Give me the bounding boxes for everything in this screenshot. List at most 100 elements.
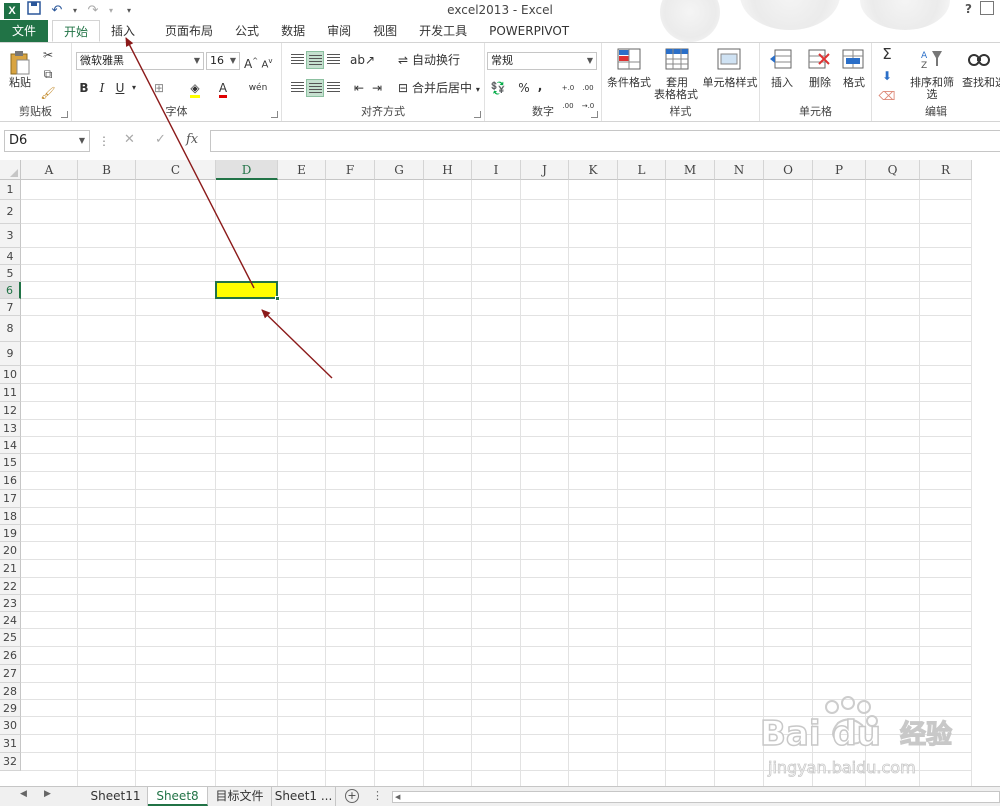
row-header-25[interactable]: 25 — [0, 629, 21, 647]
row-header-19[interactable]: 19 — [0, 525, 21, 542]
format-cells-button[interactable]: 格式 — [836, 77, 872, 89]
fill-handle[interactable] — [275, 296, 280, 301]
insert-cells-button[interactable]: 插入 — [764, 77, 800, 89]
top-align-icon[interactable] — [288, 51, 306, 69]
middle-align-icon[interactable] — [306, 51, 324, 69]
column-header-n[interactable]: N — [715, 160, 764, 180]
sheet-tab[interactable]: Sheet11 — [84, 787, 148, 806]
orientation-icon[interactable]: ab↗ — [350, 51, 375, 69]
column-header-j[interactable]: J — [521, 160, 569, 180]
font-color-icon[interactable]: A — [214, 79, 232, 98]
sort-filter-button[interactable]: 排序和筛选 — [906, 77, 958, 101]
insert-function-icon[interactable]: fx — [186, 132, 198, 147]
row-header-24[interactable]: 24 — [0, 612, 21, 629]
sheet-tab[interactable]: 目标文件 — [208, 787, 272, 806]
delete-cells-button[interactable]: 删除 — [802, 77, 838, 89]
row-header-22[interactable]: 22 — [0, 578, 21, 595]
scroll-left-icon[interactable]: ◀ — [395, 793, 400, 801]
wrap-text-button[interactable]: 自动换行 — [412, 51, 472, 69]
select-all-button[interactable] — [0, 160, 21, 180]
row-header-28[interactable]: 28 — [0, 683, 21, 700]
merge-center-button[interactable]: 合并后居中 ▾ — [412, 79, 482, 97]
formula-bar-grip-icon[interactable]: ⋮ — [98, 134, 110, 148]
wrap-text-icon[interactable]: ⇌ — [394, 51, 412, 69]
delete-cells-icon[interactable] — [806, 47, 832, 71]
cell-styles-icon[interactable] — [716, 47, 742, 71]
column-header-p[interactable]: P — [813, 160, 866, 180]
column-header-a[interactable]: A — [21, 160, 78, 180]
tab-home[interactable]: 开始 — [52, 20, 101, 42]
font-size-combo[interactable]: 16 ▼ — [206, 52, 240, 70]
row-header-9[interactable]: 9 — [0, 342, 21, 366]
column-header-e[interactable]: E — [278, 160, 326, 180]
copy-icon[interactable]: ⧉ — [40, 66, 56, 82]
border-icon[interactable]: ⊞ — [150, 79, 168, 97]
help-button[interactable]: ? — [965, 2, 972, 16]
format-cells-icon[interactable] — [840, 47, 866, 71]
row-header-11[interactable]: 11 — [0, 384, 21, 402]
conditional-formatting-icon[interactable] — [616, 47, 642, 71]
formula-input[interactable] — [210, 130, 1000, 152]
tab-review[interactable]: 审阅 — [316, 20, 362, 42]
row-header-4[interactable]: 4 — [0, 248, 21, 265]
find-select-icon[interactable] — [966, 47, 992, 71]
fill-color-icon[interactable]: ◈ — [186, 79, 204, 98]
clipboard-launcher-icon[interactable] — [61, 111, 68, 118]
row-header-31[interactable]: 31 — [0, 735, 21, 753]
underline-button[interactable]: U — [112, 79, 128, 97]
format-as-table-label-2[interactable]: 表格格式 — [650, 89, 702, 101]
align-center-icon[interactable] — [306, 79, 324, 97]
horizontal-scrollbar[interactable]: ◀ — [392, 791, 1000, 803]
autosum-button[interactable]: Σ — [878, 45, 896, 63]
row-header-18[interactable]: 18 — [0, 508, 21, 525]
row-header-13[interactable]: 13 — [0, 420, 21, 437]
selected-cell[interactable] — [215, 281, 278, 299]
phonetic-guide-icon[interactable]: wén — [248, 79, 268, 97]
row-header-30[interactable]: 30 — [0, 717, 21, 735]
next-sheet-icon[interactable]: ▶ — [44, 789, 51, 799]
row-header-8[interactable]: 8 — [0, 316, 21, 342]
cancel-icon[interactable]: ✕ — [124, 132, 135, 147]
number-launcher-icon[interactable] — [591, 111, 598, 118]
column-header-o[interactable]: O — [764, 160, 813, 180]
sheet-tab-active[interactable]: Sheet8 — [148, 787, 208, 806]
new-sheet-icon[interactable]: + — [345, 789, 359, 803]
column-header-l[interactable]: L — [618, 160, 666, 180]
ribbon-display-options-button[interactable] — [980, 1, 994, 15]
column-header-f[interactable]: F — [326, 160, 375, 180]
font-launcher-icon[interactable] — [271, 111, 278, 118]
grow-font-button[interactable]: A^ — [244, 52, 258, 71]
column-header-g[interactable]: G — [375, 160, 424, 180]
insert-cells-icon[interactable] — [768, 47, 794, 71]
scrollbar-grip-icon[interactable]: ⋮ — [372, 789, 383, 802]
percent-style-button[interactable]: % — [517, 79, 531, 97]
row-header-3[interactable]: 3 — [0, 224, 21, 248]
row-header-6[interactable]: 6 — [0, 282, 21, 299]
row-header-2[interactable]: 2 — [0, 200, 21, 224]
row-header-23[interactable]: 23 — [0, 595, 21, 612]
row-header-10[interactable]: 10 — [0, 366, 21, 384]
row-header-16[interactable]: 16 — [0, 472, 21, 490]
increase-indent-icon[interactable]: ⇥ — [368, 79, 386, 97]
row-header-26[interactable]: 26 — [0, 647, 21, 665]
row-header-12[interactable]: 12 — [0, 402, 21, 420]
number-format-combo[interactable]: 常规 ▼ — [487, 52, 597, 70]
row-header-7[interactable]: 7 — [0, 299, 21, 316]
cell-styles-button[interactable]: 单元格样式 — [700, 77, 760, 89]
row-header-29[interactable]: 29 — [0, 700, 21, 717]
accounting-format-icon[interactable]: 💱 — [487, 79, 509, 97]
tab-page-layout[interactable]: 页面布局 — [154, 20, 224, 42]
sheet-tab[interactable]: Sheet1 ... — [272, 787, 336, 806]
alignment-launcher-icon[interactable] — [474, 111, 481, 118]
prev-sheet-icon[interactable]: ◀ — [20, 789, 27, 799]
column-header-b[interactable]: B — [78, 160, 136, 180]
row-header-32[interactable]: 32 — [0, 753, 21, 771]
format-as-table-icon[interactable] — [664, 47, 690, 71]
conditional-formatting-button[interactable]: 条件格式 — [604, 77, 654, 89]
sort-filter-icon[interactable]: AZ — [918, 47, 944, 71]
enter-icon[interactable]: ✓ — [155, 132, 166, 147]
fill-icon[interactable]: ⬇ — [878, 67, 896, 85]
cut-icon[interactable]: ✂ — [40, 47, 56, 63]
italic-button[interactable]: I — [94, 79, 110, 97]
format-painter-icon[interactable]: 🖌 — [40, 85, 56, 101]
